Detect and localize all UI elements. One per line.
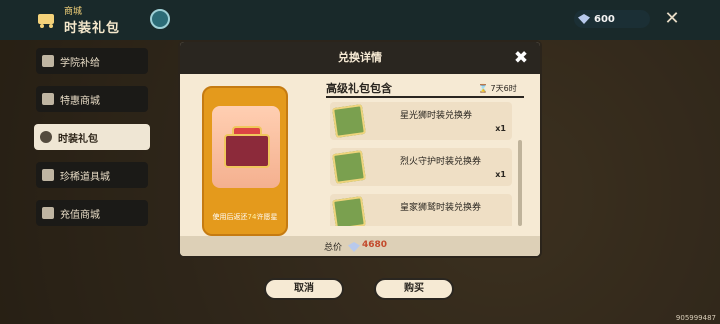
item-name: 星光狮时装兑换券 bbox=[400, 111, 473, 121]
pack-title: 高级礼包包含 bbox=[326, 82, 392, 95]
list-scrollbar[interactable] bbox=[518, 140, 522, 226]
gem-icon bbox=[348, 242, 360, 252]
title-underline bbox=[326, 96, 524, 98]
sidebar-item-label: 特惠商城 bbox=[60, 95, 100, 107]
sidebar-item-rare-items[interactable]: 珍稀道具城 bbox=[36, 162, 148, 188]
gift-box-icon bbox=[224, 134, 270, 168]
sidebar-item-academy[interactable]: 学院补给 bbox=[36, 48, 148, 74]
shop-cart-icon[interactable] bbox=[36, 8, 58, 30]
gift-icon bbox=[42, 93, 54, 105]
sidebar-item-recharge[interactable]: 充值商城 bbox=[36, 200, 148, 226]
help-icon[interactable] bbox=[150, 9, 170, 29]
sidebar: 学院补给 特惠商城 时装礼包 珍稀道具城 充值商城 bbox=[34, 48, 150, 238]
voucher-icon bbox=[332, 104, 366, 138]
sidebar-item-label: 时装礼包 bbox=[58, 133, 98, 145]
currency-badge[interactable]: 600 bbox=[574, 10, 650, 28]
total-label: 总价 bbox=[324, 243, 343, 253]
item-name: 烈火守护时装兑换券 bbox=[400, 157, 482, 167]
pack-note-suffix: 许愿星 bbox=[256, 213, 278, 221]
user-id: 905999487 bbox=[675, 314, 716, 322]
modal-close-icon[interactable]: ✖ bbox=[512, 49, 530, 67]
sidebar-item-label: 学院补给 bbox=[60, 57, 100, 69]
sidebar-item-specials[interactable]: 特惠商城 bbox=[36, 86, 148, 112]
close-icon[interactable]: ✕ bbox=[662, 9, 682, 29]
sidebar-item-label: 珍稀道具城 bbox=[60, 171, 110, 183]
voucher-icon bbox=[332, 150, 366, 184]
voucher-icon bbox=[332, 196, 366, 226]
mascot-icon bbox=[40, 131, 52, 143]
sidebar-item-outfits[interactable]: 时装礼包 bbox=[34, 124, 150, 150]
cancel-button[interactable]: 取消 bbox=[264, 278, 344, 300]
gem-icon bbox=[578, 14, 590, 24]
pack-note-prefix: 使用后返还 bbox=[212, 213, 248, 221]
pack-items-list[interactable]: 星光狮时装兑换券 x1 烈火守护时装兑换券 x1 皇家狮鹫时装兑换券 bbox=[330, 102, 512, 226]
list-item[interactable]: 皇家狮鹫时装兑换券 bbox=[330, 194, 512, 226]
timer: ⌛ 7天6时 bbox=[478, 84, 517, 93]
exchange-details-modal: 兑换详情 ✖ 使用后返还74许愿星 高级礼包包含 ⌛ 7天6时 星光狮时装兑换券… bbox=[180, 42, 540, 256]
store-title-text: 时装礼包 bbox=[64, 21, 121, 36]
pack-card: 使用后返还74许愿星 bbox=[202, 86, 288, 236]
recharge-icon bbox=[42, 207, 54, 219]
item-name: 皇家狮鹫时装兑换券 bbox=[400, 203, 482, 213]
timer-text: 7天6时 bbox=[490, 84, 517, 93]
store-subtitle: 商城 bbox=[64, 7, 83, 17]
total-value: 4680 bbox=[362, 240, 388, 250]
pack-art bbox=[212, 106, 280, 188]
modal-title: 兑换详情 bbox=[180, 42, 540, 74]
buy-button[interactable]: 购买 bbox=[374, 278, 454, 300]
total-bar: 总价 4680 bbox=[180, 236, 540, 256]
pack-refund-note: 使用后返还74许愿星 bbox=[204, 212, 286, 222]
potion-icon bbox=[42, 169, 54, 181]
academy-icon bbox=[42, 55, 54, 67]
list-item[interactable]: 烈火守护时装兑换券 x1 bbox=[330, 148, 512, 186]
item-qty: x1 bbox=[495, 124, 506, 133]
item-qty: x1 bbox=[495, 170, 506, 179]
currency-amount: 600 bbox=[594, 13, 615, 25]
list-item[interactable]: 星光狮时装兑换券 x1 bbox=[330, 102, 512, 140]
sidebar-item-label: 充值商城 bbox=[60, 209, 100, 221]
store-title: 商城 时装礼包 bbox=[64, 4, 120, 36]
